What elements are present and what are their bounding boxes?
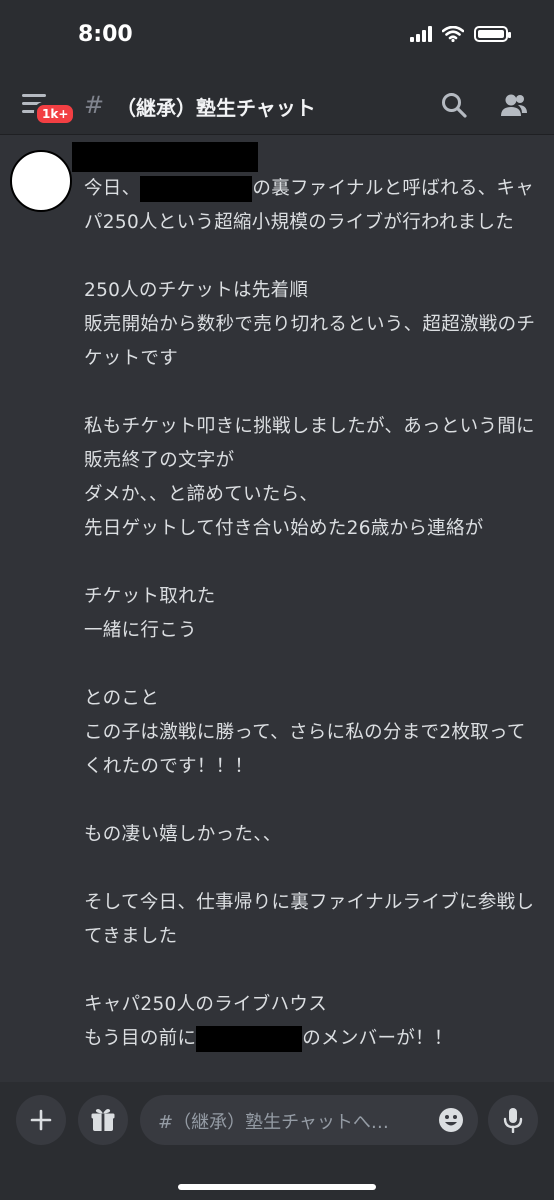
message-paragraph: そして今日、仕事帰りに裏ファイナルライブに参戦してきました — [84, 892, 535, 947]
message-paragraph: チケット取れた 一緒に行こう — [84, 586, 216, 641]
message-paragraph: キャパ250人のライブハウス もう目の前に のメンバーが！！ — [84, 988, 536, 1056]
status-time: 8:00 — [78, 22, 133, 47]
gift-icon — [91, 1109, 115, 1131]
message-paragraph: もの凄い嬉しかった、、 — [84, 824, 282, 845]
status-bar: 8:00 — [0, 0, 554, 76]
message-paragraph: 今日、 の裏ファイナルと呼ばれる、キャパ250人という超縮小規模のライブが行われま… — [84, 176, 535, 233]
plus-icon — [30, 1109, 52, 1131]
message-paragraph: とのこと この子は激戦に勝って、さらに私の分まで2枚取ってくれたのです！！！ — [84, 688, 526, 777]
username-redacted — [72, 142, 258, 172]
notification-badge: 1k+ — [34, 102, 77, 126]
emoji-icon[interactable] — [438, 1107, 464, 1133]
battery-icon — [474, 26, 511, 42]
channel-title[interactable]: （継承）塾生チャット — [116, 92, 316, 121]
microphone-icon — [503, 1108, 523, 1133]
message-paragraph: 私もチケット叩きに挑戦しましたが、あっという間に販売終了の文字が ダメか、、と諦… — [84, 416, 535, 539]
message-list[interactable]: 今日、 の裏ファイナルと呼ばれる、キャパ250人という超縮小規模のライブが行われま… — [0, 134, 554, 1082]
avatar[interactable] — [10, 150, 72, 212]
search-icon[interactable] — [440, 91, 468, 119]
add-attachment-button[interactable] — [16, 1095, 66, 1145]
message-content: 今日、 の裏ファイナルと呼ばれる、キャパ250人という超縮小規模のライブが行われま… — [84, 172, 536, 1056]
channel-hash-icon: # — [84, 91, 105, 119]
gift-button[interactable] — [78, 1095, 128, 1145]
channel-header: 1k+ # （継承）塾生チャット — [0, 76, 554, 135]
message-input-placeholder: #（継承）塾生チャットへ… — [158, 1112, 389, 1133]
redacted-block — [140, 176, 253, 202]
home-indicator[interactable] — [178, 1184, 376, 1190]
signal-icon — [410, 26, 432, 42]
message-input[interactable]: #（継承）塾生チャットへ… — [140, 1095, 478, 1145]
redacted-block — [196, 1026, 303, 1052]
message-paragraph: 250人のチケットは先着順 販売開始から数秒で売り切れるという、超超激戦のチケッ… — [84, 280, 536, 369]
status-icons — [410, 26, 511, 42]
voice-message-button[interactable] — [488, 1095, 538, 1145]
wifi-icon — [442, 26, 464, 42]
members-icon[interactable] — [500, 91, 528, 119]
message-composer: #（継承）塾生チャットへ… — [0, 1082, 554, 1200]
